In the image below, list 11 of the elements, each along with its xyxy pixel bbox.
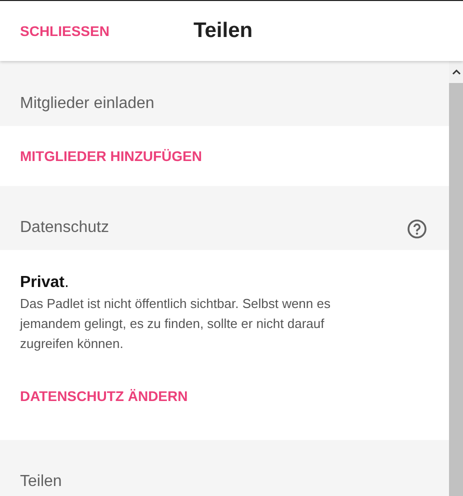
section-heading: Mitglieder einladen — [20, 95, 154, 113]
action-link[interactable]: DATENSCHUTZ ÄNDERN — [20, 388, 188, 404]
scroll-up-icon[interactable] — [452, 69, 460, 75]
dialog-title: Teilen — [193, 19, 253, 43]
close-button[interactable]: SCHLIESSEN — [20, 19, 110, 43]
section-heading: Datenschutz — [20, 219, 109, 237]
help-icon[interactable] — [407, 219, 427, 239]
section-heading: Teilen — [20, 473, 62, 491]
privacy-title: Privat. — [20, 274, 70, 292]
privacy-description: Das Padlet ist nicht öffentlich sichtbar. Selbst wenn es jemandem gelingt, es zu finden, sollte er nicht darauf zugreifen können. — [20, 295, 332, 353]
action-link[interactable]: MITGLIEDER HINZUFÜGEN — [20, 148, 202, 164]
